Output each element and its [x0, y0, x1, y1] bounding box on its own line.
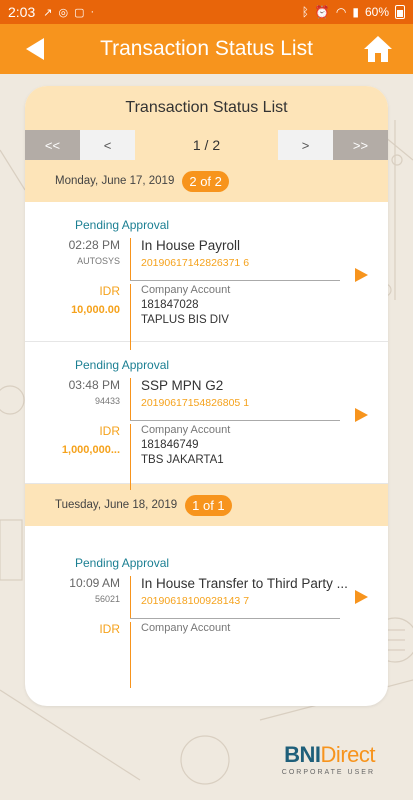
account-number: 181847028: [141, 299, 199, 311]
battery-icon: [395, 5, 405, 19]
signal-icon: ▮: [352, 5, 359, 19]
app-header: Transaction Status List: [0, 24, 413, 74]
home-icon: [364, 36, 392, 62]
wifi-icon: ◠: [335, 5, 347, 19]
divider: [130, 420, 340, 421]
txn-reference: 20190617142826371 6: [141, 257, 250, 269]
txn-name: In House Payroll: [141, 238, 241, 253]
brand-logo: BNIDirect CORPORATE USER: [281, 742, 376, 776]
page-indicator: 1 / 2: [135, 130, 278, 160]
dot-icon: ·: [90, 5, 95, 18]
detail-arrow-icon[interactable]: [355, 590, 368, 604]
txn-user: 56021: [94, 594, 120, 604]
account-number: 181846749: [141, 439, 199, 451]
prev-page-button[interactable]: <: [80, 130, 135, 160]
txn-status: Pending Approval: [75, 556, 170, 570]
transaction-item[interactable]: Pending Approval 10:09 AM 56021 In House…: [25, 526, 388, 688]
activity-icon: ↗: [43, 6, 53, 19]
txn-reference: 20190618100928143 7: [141, 595, 250, 607]
account-label: Company Account: [141, 424, 231, 436]
txn-user: 94433: [94, 396, 120, 406]
txn-amount: 1,000,000...: [61, 444, 120, 456]
alarm-icon: ⏰: [314, 5, 330, 19]
first-page-button[interactable]: <<: [25, 130, 80, 160]
group-count-badge: 1 of 1: [185, 494, 232, 516]
txn-currency: IDR: [99, 284, 120, 298]
txn-reference: 20190617154826805 1: [141, 397, 250, 409]
transaction-card: Transaction Status List << < 1 / 2 > >> …: [25, 86, 388, 706]
group-count-badge: 2 of 2: [182, 170, 229, 192]
bluetooth-icon: ᛒ: [301, 5, 309, 19]
detail-arrow-icon[interactable]: [355, 408, 368, 422]
group-date: Tuesday, June 18, 2019: [55, 499, 178, 511]
txn-time: 10:09 AM: [69, 576, 120, 590]
divider: [130, 280, 340, 281]
system-status-bar: 2:03 ↗ ◎ ▢ · ᛒ ⏰ ◠ ▮ 60%: [0, 0, 413, 24]
brand-subtitle: CORPORATE USER: [281, 769, 375, 776]
txn-currency: IDR: [99, 424, 120, 438]
brand-logo-primary: BNI: [284, 742, 321, 767]
txn-amount: 10,000.00: [71, 304, 120, 316]
divider: [130, 618, 340, 619]
detail-arrow-icon[interactable]: [355, 268, 368, 282]
txn-currency: IDR: [99, 622, 120, 636]
transaction-item[interactable]: Pending Approval 03:48 PM 94433 SSP MPN …: [25, 342, 388, 490]
date-group-header: Tuesday, June 18, 2019 1 of 1: [25, 484, 388, 526]
watch-icon: ▢: [74, 6, 85, 19]
battery-percent: 60%: [364, 5, 389, 19]
last-page-button[interactable]: >>: [333, 130, 388, 160]
account-name: TAPLUS BIS DIV: [141, 314, 229, 326]
group-date: Monday, June 17, 2019: [55, 175, 175, 187]
next-page-button[interactable]: >: [278, 130, 333, 160]
txn-time: 02:28 PM: [68, 238, 120, 252]
date-group-header: Monday, June 17, 2019 2 of 2: [25, 160, 388, 202]
page-title: Transaction Status List: [100, 37, 313, 60]
account-name: TBS JAKARTA1: [141, 454, 224, 466]
brand-logo-secondary: Direct: [320, 742, 376, 767]
card-title: Transaction Status List: [25, 86, 388, 130]
txn-name: In House Transfer to Third Party ...: [141, 576, 348, 591]
home-button[interactable]: [363, 35, 393, 63]
txn-name: SSP MPN G2: [141, 378, 224, 393]
clock: 2:03: [8, 4, 36, 20]
txn-status: Pending Approval: [75, 358, 170, 372]
txn-time: 03:48 PM: [68, 378, 120, 392]
account-label: Company Account: [141, 284, 231, 296]
transaction-item[interactable]: Pending Approval 02:28 PM AUTOSYS In Hou…: [25, 202, 388, 350]
txn-status: Pending Approval: [75, 218, 170, 232]
account-label: Company Account: [141, 622, 231, 634]
txn-user: AUTOSYS: [77, 256, 120, 266]
notification-icons: ↗ ◎ ▢ ·: [43, 6, 94, 19]
back-button[interactable]: [22, 37, 50, 61]
pagination: << < 1 / 2 > >>: [25, 130, 388, 160]
back-arrow-icon: [26, 38, 44, 60]
whatsapp-icon: ◎: [58, 6, 69, 19]
